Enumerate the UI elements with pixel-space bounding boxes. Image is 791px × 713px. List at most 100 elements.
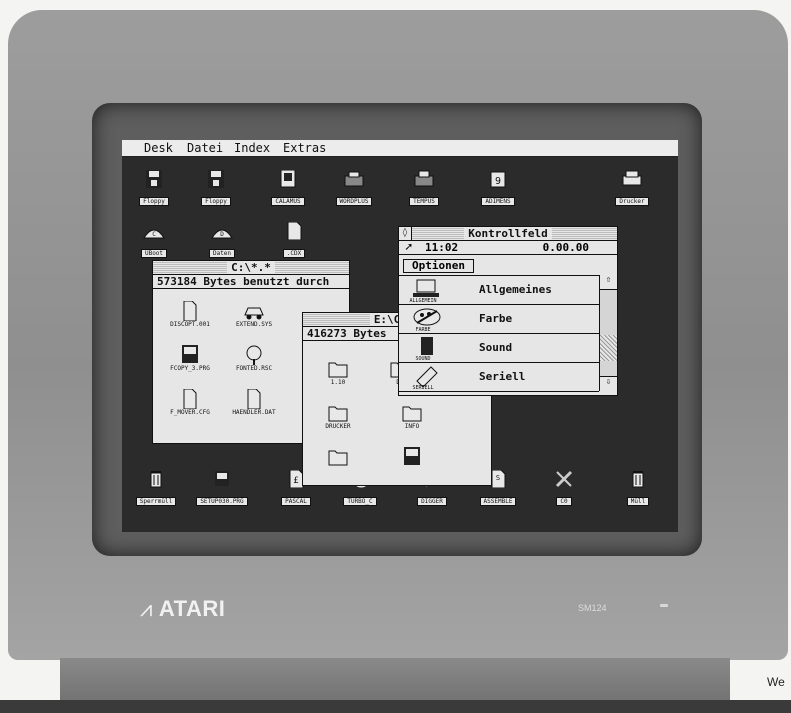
folder-icon <box>402 406 422 422</box>
program-icon: 9 <box>490 171 506 188</box>
kontrollfeld-list: ALLGEMEIN Allgemeines FARBE Farbe SOUND … <box>399 275 617 392</box>
date-field[interactable]: 0.00.00 <box>543 241 589 254</box>
document-icon <box>183 301 197 321</box>
scroll-down-arrow-icon[interactable]: ⇩ <box>600 376 617 391</box>
file-item[interactable]: FCOPY_3.PRG <box>161 345 219 372</box>
program-icon <box>280 170 296 188</box>
row-label: Farbe <box>479 312 513 325</box>
kontrollfeld-title-bar[interactable]: ◊ Kontrollfeld <box>399 227 617 241</box>
program-icon <box>182 345 198 363</box>
desktop-icon-floppy-a[interactable]: Floppy <box>128 170 180 206</box>
desktop-icon-label: ASSEMBLE <box>479 497 517 506</box>
file-name: FONTED.RSC <box>235 365 273 372</box>
menu-datei[interactable]: Datei <box>187 141 223 155</box>
folder-icon <box>328 362 348 378</box>
window-title-bar[interactable]: C:\*.* <box>153 261 349 275</box>
page-corner-text: We <box>767 675 785 689</box>
desktop-icon-floppy-b[interactable]: Floppy <box>190 170 242 206</box>
brand-text: ATARI <box>158 596 226 621</box>
kontrollfeld-window[interactable]: ◊ Kontrollfeld ➚ 11:02 0.00.00 Optionen … <box>398 226 618 396</box>
program-icon <box>215 471 229 486</box>
desktop-icon-label: PASCAL <box>281 497 311 506</box>
folder-item[interactable]: INFO <box>383 403 441 430</box>
desktop-icon-label: .CDX <box>282 249 306 258</box>
desktop-icon-drucker[interactable]: Drucker <box>606 170 658 206</box>
desktop-icon-setup030[interactable]: SETUP030.PRG <box>196 470 248 506</box>
svg-text:9: 9 <box>495 176 501 187</box>
desktop-icon-tempus[interactable]: TEMPUS <box>398 170 450 206</box>
file-item[interactable] <box>383 447 441 467</box>
desktop-icon-label: Sperrmüll <box>135 497 177 506</box>
document-icon <box>287 222 302 240</box>
folder-icon <box>328 406 348 422</box>
desktop-icon-uboot[interactable]: C UBoot <box>128 222 180 258</box>
scroll-thumb[interactable] <box>600 335 617 361</box>
desktop-icon-calamus[interactable]: CALAMUS <box>262 170 314 206</box>
desktop-icon-label: DIGGER <box>417 497 447 506</box>
tools-icon <box>555 470 573 488</box>
power-led <box>660 604 668 607</box>
file-name: FCOPY_3.PRG <box>170 365 210 372</box>
desktop-icon-muell[interactable]: Müll <box>612 470 664 506</box>
file-name: DISCOPT.001 <box>170 321 210 328</box>
svg-text:£: £ <box>293 476 298 486</box>
time-field[interactable]: 11:02 <box>425 241 458 254</box>
stand-shadow <box>0 700 791 713</box>
folder-item[interactable]: 1.10 <box>309 359 367 386</box>
window-title: C:\*.* <box>227 261 275 274</box>
hard-drive-icon: C <box>143 229 165 239</box>
file-item[interactable]: DISCOPT.001 <box>161 301 219 328</box>
kf-row-sound[interactable]: SOUND Sound <box>399 334 599 363</box>
atari-brand: ⩘ ATARI <box>140 596 225 622</box>
floppy-disk-icon <box>208 170 224 188</box>
desktop-icon-adimens[interactable]: 9 ADIMENS <box>472 170 524 206</box>
row-icon-label: SERIELL <box>412 385 434 391</box>
desktop-icon-daten[interactable]: D Daten <box>196 222 248 258</box>
desktop-icon-wordplus[interactable]: WORDPLUS <box>328 170 380 206</box>
document-icon <box>183 389 197 409</box>
car-icon <box>244 307 264 320</box>
document-icon <box>247 389 261 409</box>
atari-desktop-screen: Desk Datei Index Extras Floppy Floppy CA… <box>122 140 678 532</box>
desktop-icon-label: UBoot <box>140 249 168 258</box>
desktop-icon-label: TURBO_C <box>343 497 377 506</box>
desktop-icon-sperrmuell[interactable]: Sperrmüll <box>130 470 182 506</box>
mouse-pointer-icon: ➚ <box>405 240 413 254</box>
kf-row-seriell[interactable]: SERIELL Seriell <box>399 363 599 392</box>
desktop-icon-label: Müll <box>626 497 650 506</box>
folder-item[interactable] <box>309 447 367 467</box>
menu-extras[interactable]: Extras <box>283 141 326 155</box>
file-name: F_MOVER.CFG <box>170 409 210 416</box>
file-item[interactable]: F_MOVER.CFG <box>161 389 219 416</box>
menu-desk[interactable]: Desk <box>144 141 173 155</box>
desktop-icon-label: ADIMENS <box>481 197 515 206</box>
program-icon <box>344 171 364 187</box>
file-item[interactable]: FONTED.RSC <box>225 345 283 372</box>
file-name: HAENDLER.DAT <box>232 409 276 416</box>
desktop-icon-c0[interactable]: C0 <box>538 470 590 506</box>
file-name: EXTEND.SYS <box>235 321 273 328</box>
folder-icon <box>328 450 348 466</box>
program-icon <box>414 170 434 187</box>
kontrollfeld-scrollbar[interactable]: ⇧ ⇩ <box>599 275 617 391</box>
row-icon-label: SOUND <box>415 356 431 362</box>
options-button[interactable]: Optionen <box>403 259 474 273</box>
close-box-icon[interactable]: ◊ <box>399 227 412 240</box>
row-label: Allgemeines <box>479 283 552 296</box>
folder-item[interactable]: DRUCKER <box>309 403 367 430</box>
kf-row-allgemeines[interactable]: ALLGEMEIN Allgemeines <box>399 276 599 305</box>
atari-logo-icon: ⩘ <box>140 596 153 621</box>
file-item[interactable]: HAENDLER.DAT <box>225 389 283 416</box>
svg-text:S: S <box>496 474 500 482</box>
file-item[interactable]: EXTEND.SYS <box>225 301 283 328</box>
menu-index[interactable]: Index <box>234 141 270 155</box>
folder-name: DRUCKER <box>325 423 351 430</box>
model-label: SM124 <box>578 603 607 613</box>
row-label: Sound <box>479 341 513 354</box>
scroll-up-arrow-icon[interactable]: ⇧ <box>600 275 617 290</box>
folder-name: INFO <box>404 423 420 430</box>
trash-icon <box>632 471 644 488</box>
kf-row-farbe[interactable]: FARBE Farbe <box>399 305 599 334</box>
desktop-icon-label: WORDPLUS <box>335 197 373 206</box>
desktop-icon-cdx[interactable]: .CDX <box>268 222 320 258</box>
